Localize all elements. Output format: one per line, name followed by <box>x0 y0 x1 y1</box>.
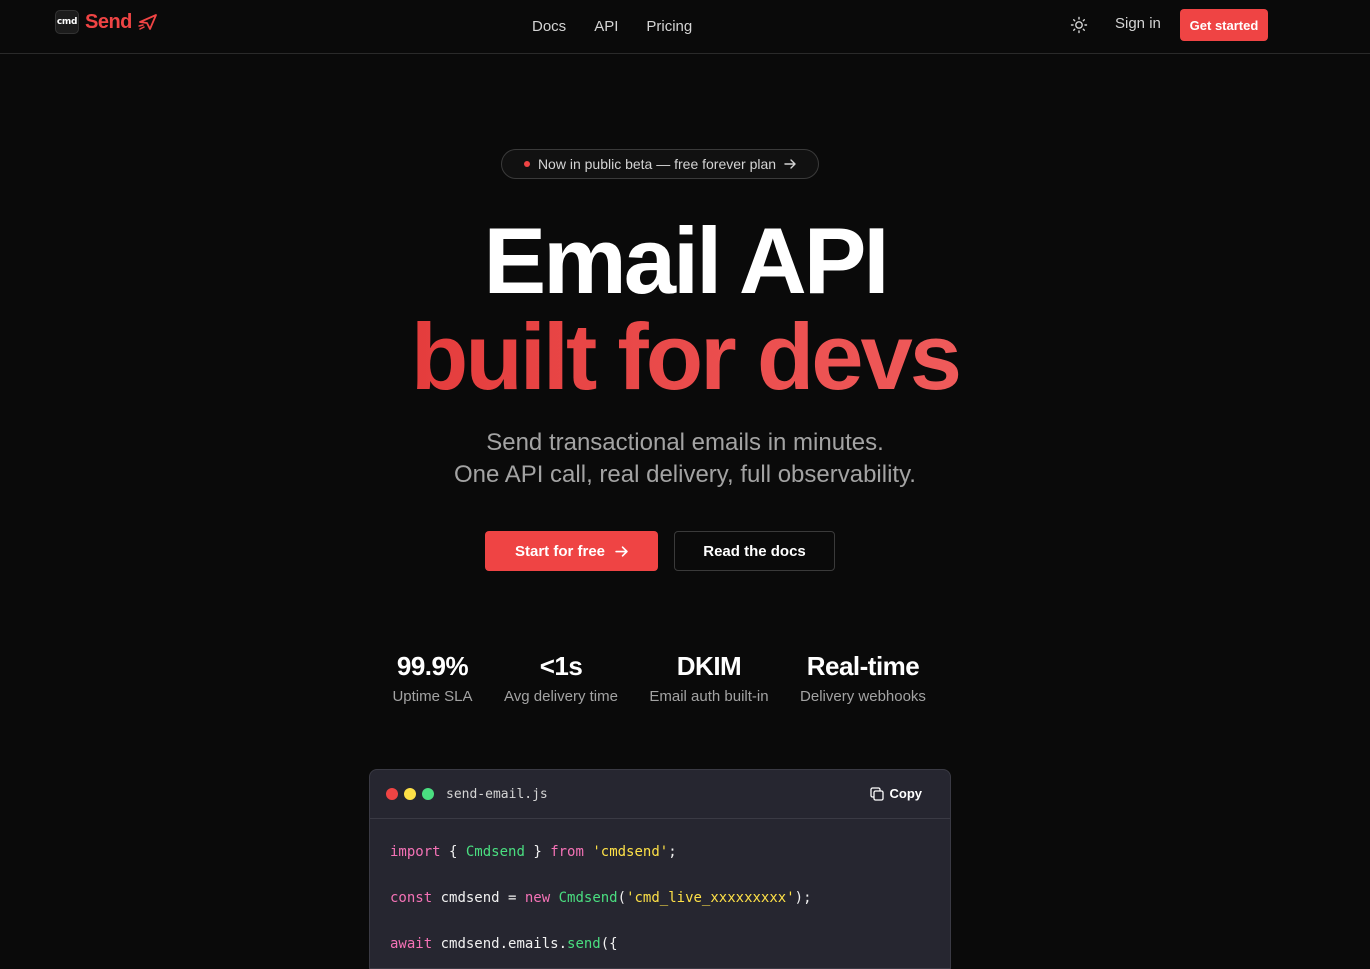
window-minimize-dot <box>404 788 416 800</box>
code-line: const cmdsend = new Cmdsend('cmd_live_xx… <box>390 887 930 910</box>
nav-link-docs[interactable]: Docs <box>532 18 566 35</box>
copy-label: Copy <box>889 786 923 801</box>
window-maximize-dot <box>422 788 434 800</box>
code-window: send-email.js Copy import { Cmdsend } fr… <box>369 769 951 969</box>
code-punct: { <box>440 844 466 860</box>
code-string: 'cmdsend' <box>592 844 669 860</box>
stat-value: DKIM <box>676 651 742 681</box>
hero-title-line-2: built for devs <box>0 310 1370 404</box>
hero-title-line-1: Email API <box>483 208 889 313</box>
code-filename: send-email.js <box>446 787 548 802</box>
stat-dkim: DKIM Email auth built-in <box>640 651 778 705</box>
stat-webhooks: Real-time Delivery webhooks <box>790 651 936 705</box>
beta-announcement-pill[interactable]: Now in public beta — free forever plan <box>501 149 819 179</box>
nav-links: Docs API Pricing <box>532 0 692 53</box>
stat-uptime: 99.9% Uptime SLA <box>374 651 491 705</box>
window-close-dot <box>386 788 398 800</box>
code-punct <box>550 890 558 906</box>
logo[interactable]: cmd Send <box>55 10 158 34</box>
hero-subtitle-line-1: Send transactional emails in minutes. <box>486 429 884 456</box>
logo-badge: cmd <box>55 10 79 34</box>
code-keyword: await <box>390 936 433 952</box>
start-for-free-label: Start for free <box>514 542 606 560</box>
code-punct: ; <box>668 844 677 860</box>
arrow-right-icon <box>784 159 796 169</box>
stat-label: Email auth built-in <box>649 688 769 705</box>
code-line: import { Cmdsend } from 'cmdsend'; <box>390 841 930 864</box>
stat-label: Avg delivery time <box>504 688 618 705</box>
code-keyword: import <box>390 844 441 860</box>
code-function: send <box>567 936 601 952</box>
code-punct: cmdsend.emails. <box>432 936 568 952</box>
stat-value: 99.9% <box>396 651 469 681</box>
code-keyword: from <box>550 844 584 860</box>
sign-in-link[interactable]: Sign in <box>1115 15 1161 32</box>
code-class: Cmdsend <box>558 890 618 906</box>
stat-label: Uptime SLA <box>392 688 473 705</box>
stat-value: <1s <box>539 651 583 681</box>
copy-code-button[interactable]: Copy <box>869 786 923 801</box>
theme-toggle-sun-icon[interactable] <box>1070 16 1088 34</box>
top-nav: cmd Send Docs API Pricing Sign in Get st… <box>0 0 1370 54</box>
stats-row: 99.9% Uptime SLA <1s Avg delivery time D… <box>0 651 1370 711</box>
logo-wordmark: Send <box>85 10 132 33</box>
beta-announcement-text: Now in public beta — free forever plan <box>537 156 777 172</box>
hero-subtitle-line-2: One API call, real delivery, full observ… <box>454 461 916 488</box>
get-started-button[interactable]: Get started <box>1180 9 1268 41</box>
code-punct: cmdsend = <box>432 890 525 906</box>
code-punct: ); <box>794 890 812 906</box>
paper-plane-icon <box>138 14 157 30</box>
arrow-right-icon <box>615 545 628 557</box>
code-punct: ( <box>617 890 627 906</box>
nav-link-pricing[interactable]: Pricing <box>646 18 692 35</box>
copy-icon <box>869 786 884 801</box>
nav-link-api[interactable]: API <box>594 18 618 35</box>
start-for-free-button[interactable]: Start for free <box>485 531 658 571</box>
code-keyword: new <box>524 890 551 906</box>
stat-label: Delivery webhooks <box>800 688 926 705</box>
code-window-header: send-email.js Copy <box>370 770 950 819</box>
code-class: Cmdsend <box>465 844 525 860</box>
read-the-docs-button[interactable]: Read the docs <box>674 531 835 571</box>
status-dot-icon <box>523 161 530 167</box>
stat-value: Real-time <box>806 651 920 681</box>
code-punct: ({ <box>600 936 618 952</box>
code-body: import { Cmdsend } from 'cmdsend'; const… <box>370 819 950 968</box>
code-keyword: const <box>390 890 433 906</box>
code-punct: } <box>524 844 551 860</box>
stat-delivery-time: <1s Avg delivery time <box>496 651 626 705</box>
code-string: 'cmd_live_xxxxxxxxx' <box>626 890 795 906</box>
